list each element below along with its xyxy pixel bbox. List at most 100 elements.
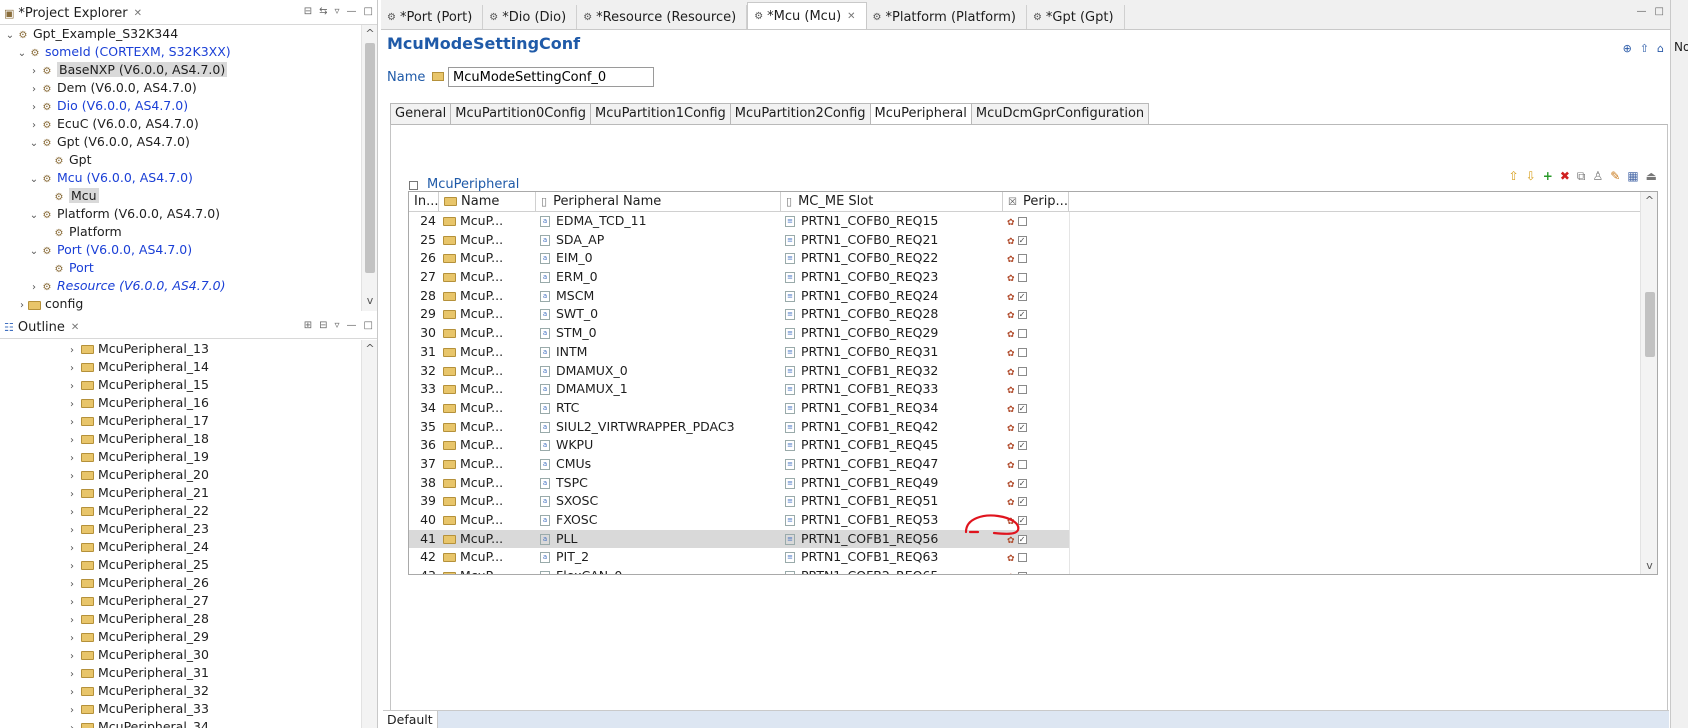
outline-scrollbar[interactable]: ^ <box>361 340 377 728</box>
checkbox[interactable]: ✓ <box>1017 422 1027 432</box>
mc-me-slot-cell[interactable]: ≡ PRTN1_COFB0_REQ24 <box>781 287 1003 306</box>
peripheral-name-cell[interactable]: a TSPC <box>536 474 781 493</box>
outline-item[interactable]: › McuPeripheral_13 <box>0 340 361 358</box>
tree-item[interactable]: › ⚙ Dio (V6.0.0, AS4.7.0) <box>0 97 361 115</box>
peripheral-enable-cell[interactable]: ✿ ✓ <box>1003 418 1069 437</box>
tree-item[interactable]: ⚙ Platform <box>0 223 361 241</box>
peripheral-name-cell[interactable]: a FXOSC <box>536 511 781 530</box>
table-row[interactable]: 31 McuP... a INTM ≡ PRTN1_COFB0_REQ31 ✿ <box>409 342 1657 362</box>
table-row[interactable]: 26 McuP... a EIM_0 ≡ PRTN1_COFB0_REQ22 ✿ <box>409 249 1657 269</box>
table-row[interactable]: 35 McuP... a SIUL2_VIRTWRAPPER_PDAC3 ≡ PRTN1_… <box>409 417 1657 437</box>
peripheral-enable-cell[interactable]: ✿ <box>1003 567 1069 574</box>
form-tab[interactable]: McuPartition1Config <box>591 103 731 125</box>
table-scrollbar[interactable]: ^ v <box>1640 192 1657 574</box>
name-field[interactable] <box>448 67 654 87</box>
checkbox[interactable]: ✓ <box>1017 441 1027 451</box>
checkbox[interactable] <box>1017 273 1027 283</box>
move-up-icon[interactable]: ⇧ <box>1509 169 1519 184</box>
outline-item[interactable]: › McuPeripheral_24 <box>0 538 361 556</box>
checkbox[interactable] <box>1017 385 1027 395</box>
checkbox[interactable] <box>1017 347 1027 357</box>
close-icon[interactable]: ✕ <box>71 322 79 333</box>
scroll-thumb[interactable] <box>365 43 375 273</box>
table-settings-icon[interactable]: ▦ <box>1627 169 1638 184</box>
peripheral-name-cell[interactable]: a STM_0 <box>536 324 781 343</box>
table-row[interactable]: 37 McuP... a CMUs ≡ PRTN1_COFB1_REQ47 ✿ <box>409 454 1657 474</box>
peripheral-name-cell[interactable]: a MSCM <box>536 287 781 306</box>
column-header[interactable]: Name <box>439 192 536 211</box>
peripheral-name-cell[interactable]: a DMAMUX_0 <box>536 362 781 381</box>
peripheral-name-cell[interactable]: a CMUs <box>536 455 781 474</box>
tree-item[interactable]: › ⚙ Resource (V6.0.0, AS4.7.0) <box>0 277 361 295</box>
peripheral-name-cell[interactable]: a SWT_0 <box>536 305 781 324</box>
peripheral-name-cell[interactable]: a SXOSC <box>536 492 781 511</box>
scroll-up-icon[interactable]: ^ <box>362 342 378 355</box>
row-name-cell[interactable]: McuP... <box>439 436 536 455</box>
delete-icon[interactable]: ✖ <box>1560 169 1570 184</box>
column-header[interactable]: ▯ Peripheral Name <box>536 192 781 211</box>
tree-item[interactable]: ⌄ ⚙ someId (CORTEXM, S32K3XX) <box>0 43 361 61</box>
mc-me-slot-cell[interactable]: ≡ PRTN1_COFB1_REQ33 <box>781 380 1003 399</box>
checkbox[interactable] <box>1017 329 1027 339</box>
table-row[interactable]: 27 McuP... a ERM_0 ≡ PRTN1_COFB0_REQ23 ✿ <box>409 268 1657 287</box>
peripheral-name-cell[interactable]: a PLL <box>536 529 781 549</box>
checkbox[interactable] <box>1017 217 1027 226</box>
peripheral-enable-cell[interactable]: ✿ <box>1003 212 1069 231</box>
peripheral-enable-cell[interactable]: ✿ <box>1003 324 1069 343</box>
editor-tab[interactable]: ⚙ *Dio (Dio) <box>483 5 578 29</box>
maximize-icon[interactable]: □ <box>1655 6 1664 17</box>
mc-me-slot-cell[interactable]: ≡ PRTN1_COFB2_REQ65 <box>781 567 1003 574</box>
peripheral-name-cell[interactable]: a EDMA_TCD_11 <box>536 212 781 231</box>
peripheral-name-cell[interactable]: a FlexCAN_0 <box>536 567 781 574</box>
link-icon[interactable]: ⊕ <box>1623 42 1632 55</box>
row-name-cell[interactable]: McuP... <box>439 362 536 381</box>
mc-me-slot-cell[interactable]: ≡ PRTN1_COFB0_REQ29 <box>781 324 1003 343</box>
outline-item[interactable]: › McuPeripheral_28 <box>0 610 361 628</box>
row-name-cell[interactable]: McuP... <box>439 287 536 306</box>
checkbox[interactable] <box>1017 459 1027 469</box>
mc-me-slot-cell[interactable]: ≡ PRTN1_COFB1_REQ51 <box>781 492 1003 511</box>
table-row[interactable]: 25 McuP... a SDA_AP ≡ PRTN1_COFB0_REQ21 ✿ ✓ <box>409 230 1657 250</box>
row-name-cell[interactable]: McuP... <box>439 268 536 287</box>
maximize-icon[interactable]: □ <box>364 320 373 331</box>
row-name-cell[interactable]: McuP... <box>439 474 536 493</box>
outline-item[interactable]: › McuPeripheral_16 <box>0 394 361 412</box>
table-row[interactable]: 34 McuP... a RTC ≡ PRTN1_COFB1_REQ34 ✿ ✓ <box>409 398 1657 418</box>
person-icon[interactable]: ♙ <box>1592 169 1603 184</box>
outline-tab[interactable]: ☷ Outline ✕ ⊞ ⊟ ▿ — □ <box>0 317 377 339</box>
form-tab[interactable]: McuPeripheral <box>870 103 972 125</box>
outline-tree[interactable]: › McuPeripheral_13 › McuPeripheral_14 › McuPe… <box>0 340 361 728</box>
mc-me-slot-cell[interactable]: ≡ PRTN1_COFB1_REQ34 <box>781 399 1003 418</box>
outline-item[interactable]: › McuPeripheral_23 <box>0 520 361 538</box>
row-name-cell[interactable]: McuP... <box>439 380 536 399</box>
tree-item[interactable]: › ⚙ Dem (V6.0.0, AS4.7.0) <box>0 79 361 97</box>
collapse-icon[interactable]: ⊟ <box>319 320 327 331</box>
table-row[interactable]: 24 McuP... a EDMA_TCD_11 ≡ PRTN1_COFB0_REQ15 ✿ <box>409 212 1657 231</box>
table-row[interactable]: 32 McuP... a DMAMUX_0 ≡ PRTN1_COFB1_REQ32 ✿ <box>409 361 1657 381</box>
table-row[interactable]: 42 McuP... a PIT_2 ≡ PRTN1_COFB1_REQ63 ✿ <box>409 548 1657 568</box>
export-icon[interactable]: ⏏ <box>1646 169 1657 184</box>
outline-item[interactable]: › McuPeripheral_21 <box>0 484 361 502</box>
outline-item[interactable]: › McuPeripheral_34 <box>0 718 361 728</box>
row-name-cell[interactable]: McuP... <box>439 455 536 474</box>
checkbox[interactable]: ✓ <box>1017 497 1027 507</box>
tree-item[interactable]: › config <box>0 295 361 311</box>
form-tab[interactable]: General <box>390 103 452 125</box>
row-name-cell[interactable]: McuP... <box>439 548 536 567</box>
tree-item[interactable]: ⚙ Mcu <box>0 187 361 205</box>
mc-me-slot-cell[interactable]: ≡ PRTN1_COFB1_REQ45 <box>781 436 1003 455</box>
form-tab[interactable]: McuPartition2Config <box>730 103 871 125</box>
view-menu-icon[interactable]: ▿ <box>335 320 340 331</box>
minimize-icon[interactable]: — <box>347 320 357 331</box>
peripheral-enable-cell[interactable]: ✿ ✓ <box>1003 492 1069 511</box>
peripheral-name-cell[interactable]: a EIM_0 <box>536 249 781 268</box>
peripheral-name-cell[interactable]: a DMAMUX_1 <box>536 380 781 399</box>
scroll-down-icon[interactable]: v <box>1641 559 1657 572</box>
table-row[interactable]: 36 McuP... a WKPU ≡ PRTN1_COFB1_REQ45 ✿ ✓ <box>409 436 1657 455</box>
close-icon[interactable]: ✕ <box>134 8 142 19</box>
outline-item[interactable]: › McuPeripheral_27 <box>0 592 361 610</box>
outline-item[interactable]: › McuPeripheral_33 <box>0 700 361 718</box>
peripheral-enable-cell[interactable]: ✿ ✓ <box>1003 399 1069 418</box>
outline-item[interactable]: › McuPeripheral_20 <box>0 466 361 484</box>
peripheral-enable-cell[interactable]: ✿ ✓ <box>1003 287 1069 306</box>
